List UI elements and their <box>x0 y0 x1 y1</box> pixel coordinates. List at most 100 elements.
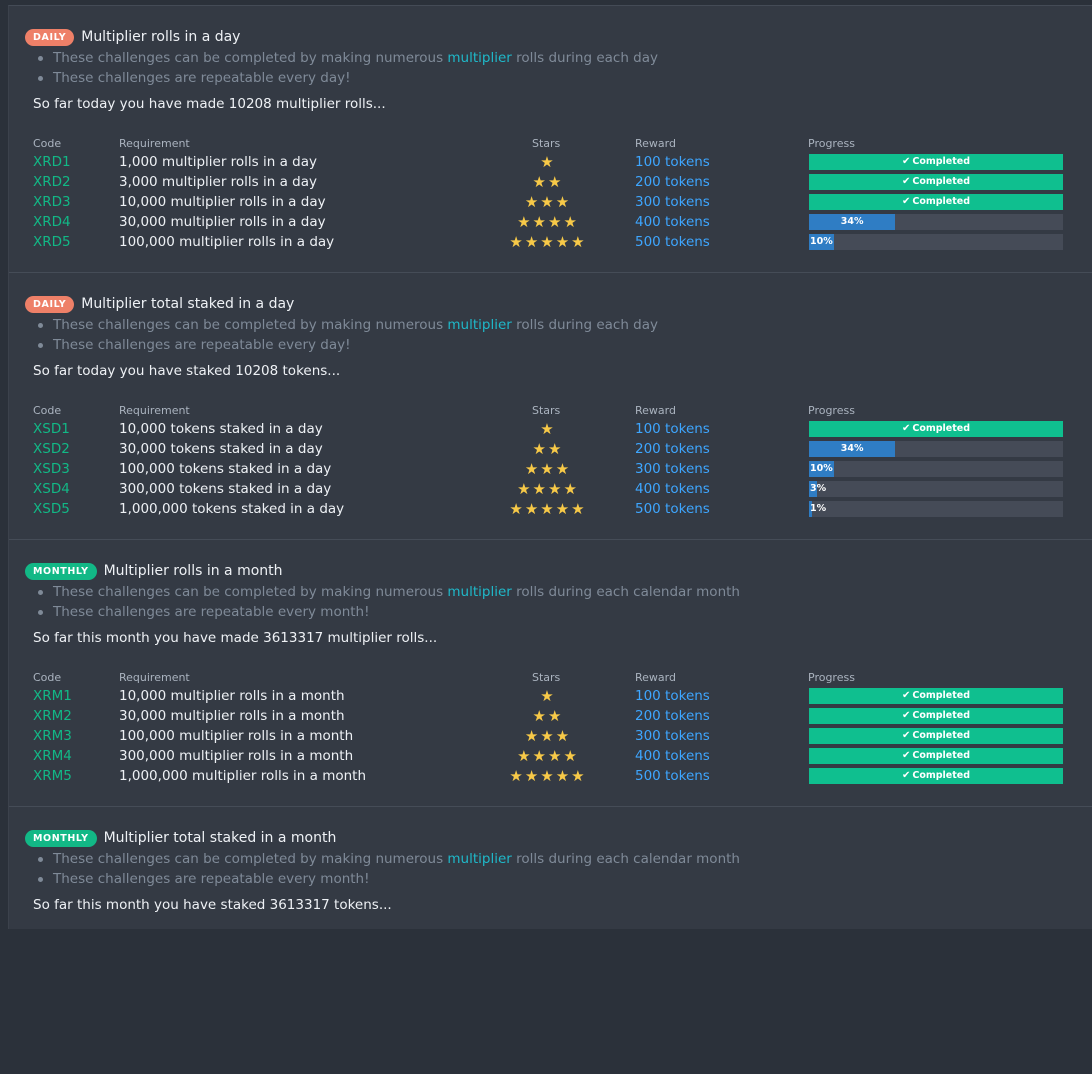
star-icon: ★ <box>563 480 579 498</box>
reward-link[interactable]: 500 tokens <box>635 766 710 786</box>
star-icon: ★ <box>524 500 541 518</box>
note-item: These challenges are repeatable every da… <box>37 68 658 88</box>
reward-link[interactable]: 500 tokens <box>635 232 710 252</box>
star-icon: ★ <box>571 767 587 785</box>
completed-label: ✔ Completed <box>809 728 1063 744</box>
challenge-requirement: 1,000,000 tokens staked in a day <box>119 501 345 517</box>
progress-header: Progress <box>808 404 855 417</box>
star-rating: ★ <box>489 152 607 172</box>
reward-link[interactable]: 300 tokens <box>635 459 710 479</box>
check-icon: ✔ <box>901 423 911 434</box>
note-item: These challenges can be completed by mak… <box>37 315 658 335</box>
check-icon: ✔ <box>901 690 911 701</box>
table-row: XRD5 100,000 multiplier rolls in a day ★★★… <box>9 232 1092 252</box>
stars-header: Stars <box>532 137 561 150</box>
reward-link[interactable]: 100 tokens <box>635 419 710 439</box>
table-row: XRM4 300,000 multiplier rolls in a month ★… <box>9 746 1092 766</box>
reward-link[interactable]: 100 tokens <box>635 152 710 172</box>
challenge-requirement: 30,000 multiplier rolls in a month <box>119 708 345 724</box>
star-icon: ★ <box>555 500 572 518</box>
challenge-table: XRM1 10,000 multiplier rolls in a month ★ 1… <box>9 686 1092 786</box>
reward-link[interactable]: 400 tokens <box>635 212 710 232</box>
check-icon: ✔ <box>901 710 911 721</box>
reward-link[interactable]: 400 tokens <box>635 746 710 766</box>
completed-text: Completed <box>912 423 971 434</box>
reward-link[interactable]: 200 tokens <box>635 439 710 459</box>
reward-link[interactable]: 200 tokens <box>635 172 710 192</box>
star-icon: ★ <box>548 440 564 458</box>
multiplier-link[interactable]: multiplier <box>447 584 511 600</box>
check-icon: ✔ <box>901 730 911 741</box>
multiplier-link[interactable]: multiplier <box>447 50 511 66</box>
code-header: Code <box>33 404 62 417</box>
star-icon: ★ <box>555 233 572 251</box>
table-row: XRD4 30,000 multiplier rolls in a day ★★★★… <box>9 212 1092 232</box>
star-icon: ★ <box>540 153 556 171</box>
progress-bar: 34% <box>809 214 1063 230</box>
challenge-requirement: 300,000 multiplier rolls in a month <box>119 748 354 764</box>
daily-badge: DAILY <box>25 295 75 313</box>
note-item: These challenges can be completed by mak… <box>37 582 740 602</box>
section-notes: These challenges can be completed by mak… <box>37 48 658 88</box>
star-icon: ★ <box>540 767 556 785</box>
challenge-code: XSD4 <box>33 481 70 497</box>
progress-bar: ✔ Completed <box>809 154 1063 170</box>
multiplier-link[interactable]: multiplier <box>447 851 511 867</box>
completed-label: ✔ Completed <box>809 174 1063 190</box>
star-rating: ★★★★ <box>489 746 607 766</box>
star-icon: ★ <box>540 420 556 438</box>
challenge-code: XRM3 <box>33 728 72 744</box>
challenge-code: XSD5 <box>33 501 70 517</box>
code-header: Code <box>33 137 62 150</box>
table-row: XSD5 1,000,000 tokens staked in a day ★★★★… <box>9 499 1092 519</box>
completed-label: ✔ Completed <box>809 194 1063 210</box>
reward-link[interactable]: 300 tokens <box>635 726 710 746</box>
reward-link[interactable]: 100 tokens <box>635 686 710 706</box>
stars-header: Stars <box>532 404 561 417</box>
challenge-code: XRD1 <box>33 154 71 170</box>
challenge-requirement: 1,000 multiplier rolls in a day <box>119 154 317 170</box>
reward-link[interactable]: 400 tokens <box>635 479 710 499</box>
completed-text: Completed <box>912 750 971 761</box>
star-rating: ★★ <box>489 439 607 459</box>
code-header: Code <box>33 671 62 684</box>
challenge-requirement: 100,000 multiplier rolls in a month <box>119 728 354 744</box>
challenge-requirement: 10,000 tokens staked in a day <box>119 421 323 437</box>
star-icon: ★ <box>517 747 533 765</box>
reward-link[interactable]: 200 tokens <box>635 706 710 726</box>
challenge-code: XRM2 <box>33 708 72 724</box>
star-rating: ★ <box>489 686 607 706</box>
challenge-code: XRD5 <box>33 234 71 250</box>
star-icon: ★ <box>548 747 564 765</box>
section-notes: These challenges can be completed by mak… <box>37 315 658 355</box>
star-icon: ★ <box>524 233 541 251</box>
challenge-requirement: 1,000,000 multiplier rolls in a month <box>119 768 367 784</box>
challenge-section: MONTHLY Multiplier rolls in a month Thes… <box>9 540 1092 807</box>
progress-bar: ✔ Completed <box>809 688 1063 704</box>
star-icon: ★ <box>532 747 548 765</box>
star-rating: ★★★★★ <box>489 499 607 519</box>
completed-label: ✔ Completed <box>809 154 1063 170</box>
star-rating: ★★ <box>489 706 607 726</box>
section-title: Multiplier rolls in a day <box>81 29 241 45</box>
challenge-code: XSD1 <box>33 421 70 437</box>
check-icon: ✔ <box>901 750 911 761</box>
requirement-header: Requirement <box>119 137 190 150</box>
star-rating: ★★★★ <box>489 479 607 499</box>
star-icon: ★ <box>548 173 564 191</box>
progress-percent: 34% <box>840 443 864 454</box>
progress-percent: 34% <box>840 216 864 227</box>
completed-text: Completed <box>912 770 971 781</box>
section-title: Multiplier rolls in a month <box>103 563 283 579</box>
progress-bar: 1% <box>809 501 1063 517</box>
table-row: XSD4 300,000 tokens staked in a day ★★★★ 40… <box>9 479 1092 499</box>
reward-link[interactable]: 500 tokens <box>635 499 710 519</box>
table-row: XRD2 3,000 multiplier rolls in a day ★★ 200… <box>9 172 1092 192</box>
star-icon: ★ <box>532 440 548 458</box>
table-header: Code Requirement Stars Reward Progress <box>9 671 1092 685</box>
completed-label: ✔ Completed <box>809 768 1063 784</box>
table-row: XRD1 1,000 multiplier rolls in a day ★ 100 … <box>9 152 1092 172</box>
completed-label: ✔ Completed <box>809 421 1063 437</box>
reward-link[interactable]: 300 tokens <box>635 192 710 212</box>
multiplier-link[interactable]: multiplier <box>447 317 511 333</box>
